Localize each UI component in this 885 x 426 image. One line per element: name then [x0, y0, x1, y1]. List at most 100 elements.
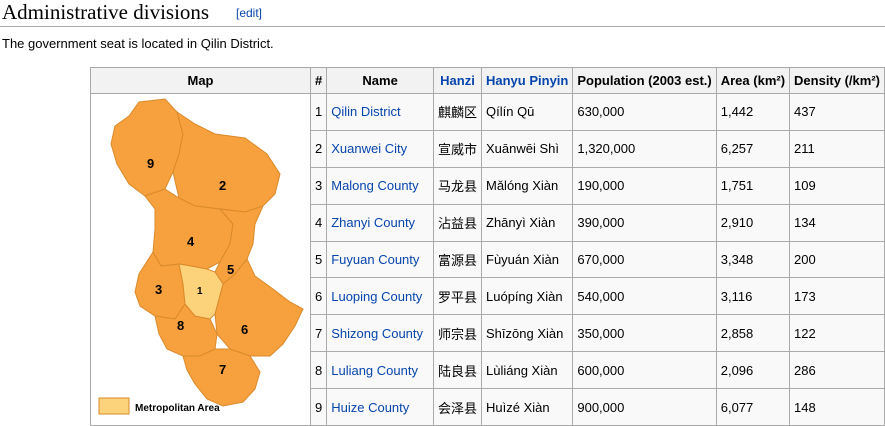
- row-name-link[interactable]: Luoping County: [331, 289, 422, 304]
- row-hanzi-cell: 马龙县: [432, 166, 483, 205]
- header-area: Area (km²): [715, 67, 791, 94]
- row-number-cell: 6: [309, 277, 328, 316]
- row-hanzi-cell: 会泽县: [432, 388, 483, 426]
- row-name-cell: Fuyuan County: [326, 240, 434, 279]
- row-name-cell: Huize County: [326, 388, 434, 426]
- row-pinyin-cell: Xuānwēi Shì: [480, 129, 574, 168]
- row-number-cell: 2: [309, 129, 328, 168]
- row-pinyin-cell: Luópíng Xiàn: [480, 277, 574, 316]
- row-density-cell: 134: [789, 203, 885, 242]
- row-density-cell: 286: [789, 351, 885, 389]
- edit-link-wrapper: [edit]: [236, 6, 262, 20]
- map-label-8: 8: [177, 318, 184, 333]
- row-area-cell: 6,077: [715, 388, 791, 426]
- row-hanzi-cell: 麒麟区: [432, 93, 483, 131]
- row-pinyin-cell: Mǎlóng Xiàn: [480, 166, 574, 205]
- table-row: 1 2 3 4 5 6 7 8 9 Metropolitan Area 1 Qil…: [90, 93, 885, 426]
- row-pinyin-cell: Lùliáng Xiàn: [480, 351, 574, 389]
- row-area-cell: 2,096: [715, 351, 791, 389]
- row-name-link[interactable]: Zhanyi County: [331, 215, 415, 230]
- map-region-huize: [110, 98, 184, 197]
- row-population-cell: 900,000: [572, 388, 717, 426]
- row-population-cell: 390,000: [572, 203, 717, 242]
- row-pinyin-cell: Shīzōng Xiàn: [480, 314, 574, 353]
- map-label-5: 5: [227, 262, 234, 277]
- divisions-table: Map # Name Hanzi Hanyu Pinyin Population…: [90, 67, 885, 426]
- row-area-cell: 3,348: [715, 240, 791, 279]
- section-title: Administrative divisions: [2, 0, 210, 24]
- row-name-cell: Zhanyi County: [326, 203, 434, 242]
- row-density-cell: 148: [789, 388, 885, 426]
- row-population-cell: 1,320,000: [572, 129, 717, 168]
- row-name-cell: Luoping County: [326, 277, 434, 316]
- map-region-xuanwei: [172, 110, 281, 213]
- header-density: Density (/km²): [789, 67, 885, 94]
- row-name-link[interactable]: Fuyuan County: [331, 252, 419, 267]
- row-density-cell: 173: [789, 277, 885, 316]
- row-density-cell: 200: [789, 240, 885, 279]
- row-population-cell: 600,000: [572, 351, 717, 389]
- row-area-cell: 1,751: [715, 166, 791, 205]
- header-row: Map # Name Hanzi Hanyu Pinyin Population…: [90, 67, 885, 94]
- row-pinyin-cell: Fùyuán Xiàn: [480, 240, 574, 279]
- row-name-link[interactable]: Shizong County: [331, 326, 423, 341]
- row-area-cell: 2,858: [715, 314, 791, 353]
- row-area-cell: 2,910: [715, 203, 791, 242]
- row-hanzi-cell: 沾益县: [432, 203, 483, 242]
- row-population-cell: 630,000: [572, 93, 717, 131]
- row-density-cell: 122: [789, 314, 885, 353]
- row-name-cell: Qilin District: [326, 93, 434, 131]
- map-label-2: 2: [219, 178, 226, 193]
- row-number-cell: 8: [309, 351, 328, 389]
- row-number-cell: 5: [309, 240, 328, 279]
- row-hanzi-cell: 富源县: [432, 240, 483, 279]
- row-hanzi-cell: 陆良县: [432, 351, 483, 389]
- header-number: #: [309, 67, 328, 94]
- map-region-shizong: [182, 348, 261, 407]
- row-pinyin-cell: Qílín Qū: [480, 93, 574, 131]
- row-name-cell: Malong County: [326, 166, 434, 205]
- row-name-link[interactable]: Xuanwei City: [331, 141, 407, 156]
- row-pinyin-cell: Zhānyì Xiàn: [480, 203, 574, 242]
- row-name-link[interactable]: Malong County: [331, 178, 418, 193]
- row-name-link[interactable]: Huize County: [331, 400, 409, 415]
- section-heading: Administrative divisions [edit]: [0, 0, 885, 27]
- legend-swatch: [98, 397, 130, 415]
- legend-label: Metropolitan Area: [135, 403, 220, 414]
- row-population-cell: 540,000: [572, 277, 717, 316]
- row-pinyin-cell: Huìzé Xiàn: [480, 388, 574, 426]
- row-number-cell: 9: [309, 388, 328, 426]
- map-label-7: 7: [219, 362, 226, 377]
- row-name-cell: Shizong County: [326, 314, 434, 353]
- row-area-cell: 6,257: [715, 129, 791, 168]
- row-hanzi-cell: 宣威市: [432, 129, 483, 168]
- header-map: Map: [90, 67, 311, 94]
- intro-paragraph: The government seat is located in Qilin …: [2, 36, 274, 51]
- edit-link[interactable]: [edit]: [236, 6, 262, 20]
- row-name-cell: Luliang County: [326, 351, 434, 389]
- row-hanzi-cell: 师宗县: [432, 314, 483, 353]
- row-area-cell: 1,442: [715, 93, 791, 131]
- header-pinyin[interactable]: Hanyu Pinyin: [480, 67, 574, 94]
- row-density-cell: 211: [789, 129, 885, 168]
- row-name-link[interactable]: Qilin District: [331, 104, 400, 119]
- row-number-cell: 3: [309, 166, 328, 205]
- row-population-cell: 350,000: [572, 314, 717, 353]
- map-label-6: 6: [241, 322, 248, 337]
- row-population-cell: 670,000: [572, 240, 717, 279]
- row-population-cell: 190,000: [572, 166, 717, 205]
- map-label-9: 9: [147, 156, 154, 171]
- prefecture-map: 1 2 3 4 5 6 7 8 9 Metropolitan Area: [98, 98, 304, 415]
- row-number-cell: 1: [309, 93, 328, 131]
- map-label-3: 3: [155, 282, 162, 297]
- row-name-link[interactable]: Luliang County: [331, 363, 418, 378]
- row-density-cell: 437: [789, 93, 885, 131]
- map-label-1: 1: [197, 286, 203, 297]
- row-name-cell: Xuanwei City: [326, 129, 434, 168]
- row-number-cell: 7: [309, 314, 328, 353]
- header-name: Name: [326, 67, 434, 94]
- row-area-cell: 3,116: [715, 277, 791, 316]
- row-hanzi-cell: 罗平县: [432, 277, 483, 316]
- row-density-cell: 109: [789, 166, 885, 205]
- header-hanzi[interactable]: Hanzi: [432, 67, 483, 94]
